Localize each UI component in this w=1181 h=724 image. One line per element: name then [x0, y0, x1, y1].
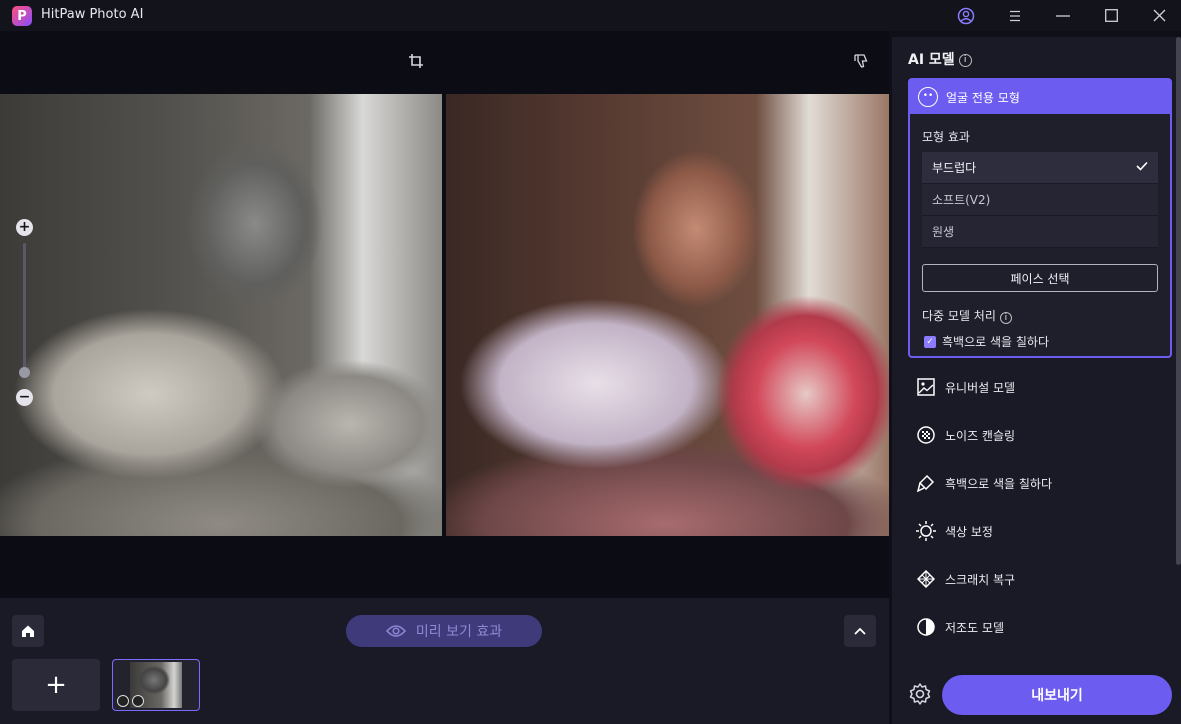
face-model-header[interactable]: •• 얼굴 전용 모형 [910, 80, 1170, 114]
contrast-icon [916, 617, 936, 637]
home-button[interactable] [12, 615, 44, 647]
minimize-icon[interactable] [1043, 0, 1083, 31]
face-badge-icon [117, 695, 129, 707]
sun-icon [916, 521, 936, 541]
bottom-bar: 미리 보기 효과 + [0, 598, 889, 724]
face-icon: •• [918, 87, 938, 107]
zoom-in-button[interactable]: + [16, 219, 33, 236]
close-icon[interactable] [1139, 0, 1179, 31]
add-image-button[interactable]: + [12, 659, 100, 711]
title-bar: P HitPaw Photo AI [0, 0, 1181, 31]
model-universal[interactable]: 유니버설 모델 [908, 367, 1172, 407]
home-icon [22, 625, 34, 637]
zoom-out-button[interactable]: − [16, 389, 33, 406]
preview-effect-button[interactable]: 미리 보기 효과 [346, 615, 542, 647]
preview-label: 미리 보기 효과 [415, 624, 503, 640]
zoom-control: + − [15, 219, 35, 406]
image-thumbnail[interactable] [112, 659, 200, 711]
ai-model-panel: AI 모델 i •• 얼굴 전용 모형 모형 효과 부드럽다 소프트(V2) 원생… [892, 37, 1181, 724]
eye-icon [385, 625, 406, 637]
model-low-light[interactable]: 저조도 모델 [908, 607, 1172, 647]
account-icon[interactable] [946, 0, 986, 31]
multi-model-label: 다중 모델 처리 i [922, 307, 1012, 324]
crop-icon[interactable] [408, 53, 424, 72]
menu-icon[interactable] [995, 0, 1035, 31]
app-title: HitPaw Photo AI [41, 7, 144, 22]
face-model-title: 얼굴 전용 모형 [946, 90, 1020, 105]
colorize-badge-icon [132, 695, 144, 707]
original-photo [0, 94, 442, 536]
effect-option-list: 부드럽다 소프트(V2) 원생 [922, 152, 1158, 248]
collapse-button[interactable] [844, 615, 876, 647]
panel-scrollbar[interactable] [1176, 37, 1181, 565]
scratch-icon [916, 569, 936, 589]
model-noise-cancel[interactable]: 노이즈 캔슬링 [908, 415, 1172, 455]
info-icon[interactable]: i [999, 312, 1012, 324]
face-select-button[interactable]: 페이스 선택 [922, 264, 1158, 292]
maximize-icon[interactable] [1091, 0, 1131, 31]
image-icon [916, 377, 936, 397]
option-smooth[interactable]: 부드럽다 [922, 152, 1158, 184]
enhanced-photo [446, 94, 889, 536]
zoom-track[interactable] [23, 243, 26, 369]
checkbox-checked-icon: ✓ [924, 335, 936, 348]
model-color-correction[interactable]: 색상 보정 [908, 511, 1172, 551]
thumbs-down-icon[interactable] [853, 53, 869, 72]
model-effect-label: 모형 효과 [922, 130, 970, 144]
info-icon[interactable]: i [958, 53, 972, 67]
app-logo: P [12, 6, 32, 26]
option-original[interactable]: 원생 [922, 216, 1158, 248]
model-scratch-repair[interactable]: 스크래치 복구 [908, 559, 1172, 599]
face-model-card: •• 얼굴 전용 모형 모형 효과 부드럽다 소프트(V2) 원생 페이스 선택… [908, 78, 1172, 358]
model-colorize[interactable]: 흑백으로 색을 칠하다 [908, 463, 1172, 503]
brush-icon [916, 473, 936, 493]
panel-title: AI 모델 i [908, 49, 972, 69]
canvas-area: + − [0, 31, 889, 598]
check-icon [1136, 160, 1148, 174]
chevron-up-icon [854, 627, 866, 635]
zoom-slider-thumb[interactable] [19, 367, 30, 378]
noise-icon [916, 425, 936, 445]
option-soft-v2[interactable]: 소프트(V2) [922, 184, 1158, 216]
settings-gear-icon[interactable] [908, 682, 932, 706]
export-button[interactable]: 내보내기 [942, 675, 1172, 715]
colorize-checkbox[interactable]: ✓ 흑백으로 색을 칠하다 [924, 333, 1049, 350]
